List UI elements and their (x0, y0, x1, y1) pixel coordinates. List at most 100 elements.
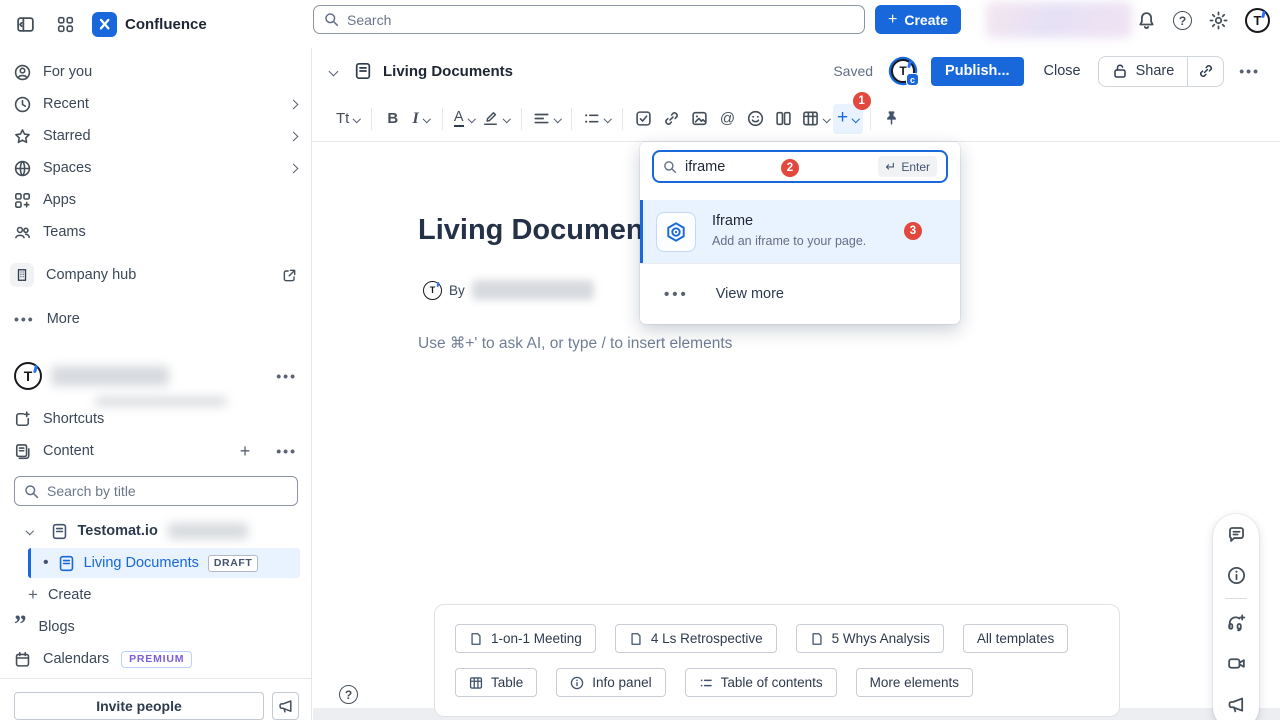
settings-gear-icon[interactable] (1209, 11, 1228, 30)
editor-placeholder[interactable]: Use ⌘+' to ask AI, or type / to insert e… (418, 334, 732, 353)
sidebar-item-starred[interactable]: Starred (0, 120, 311, 152)
mention-button[interactable]: @ (714, 104, 742, 134)
layouts-button[interactable] (770, 104, 798, 134)
template-1on1-meeting-button[interactable]: 1-on-1 Meeting (455, 624, 596, 653)
clock-icon (14, 96, 31, 113)
create-button[interactable]: + Create (875, 5, 961, 34)
sidebar-item-recent[interactable]: Recent (0, 88, 311, 120)
breadcrumb-page-title[interactable]: Living Documents (383, 63, 513, 80)
sidebar-item-shortcuts[interactable]: Shortcuts (0, 403, 311, 435)
text-color-button[interactable]: A (450, 104, 478, 134)
chevron-down-icon[interactable] (329, 66, 339, 76)
checkbox-icon (635, 110, 652, 127)
sidebar-item-more[interactable]: ••• More (0, 303, 311, 335)
highlight-color-button[interactable] (478, 104, 514, 134)
feedback-megaphone-button[interactable] (272, 692, 299, 720)
info-circle-icon (1227, 566, 1246, 585)
page-details-button[interactable] (1226, 565, 1246, 585)
sidebar-item-company-hub[interactable]: Company hub (0, 259, 311, 291)
plus-icon: + (837, 108, 848, 127)
space-header[interactable]: T ••• (0, 360, 311, 392)
more-elements-button[interactable]: More elements (856, 668, 973, 697)
close-button[interactable]: Close (1044, 63, 1081, 79)
share-button-group: Share (1098, 56, 1225, 87)
chevron-right-icon (289, 163, 299, 173)
avatar-logo-accent (33, 365, 38, 373)
byline-prefix: By (449, 283, 465, 298)
insert-toc-button[interactable]: Table of contents (685, 668, 837, 697)
sidebar-item-calendars[interactable]: Calendars PREMIUM (0, 643, 311, 675)
template-5whys-analysis-button[interactable]: 5 Whys Analysis (796, 624, 944, 653)
insert-elements-button[interactable]: + 1 (833, 104, 863, 134)
topbar-right: ? T (1137, 8, 1270, 33)
help-icon[interactable]: ? (1173, 11, 1192, 30)
support-button[interactable] (1226, 612, 1246, 632)
pin-toolbar-button[interactable] (878, 104, 906, 134)
redacted-space-name (51, 366, 169, 386)
redacted-account-info (986, 2, 1132, 38)
template-row-1: 1-on-1 Meeting 4 Ls Retrospective 5 Whys… (455, 624, 1099, 653)
chevron-down-icon (553, 115, 561, 123)
plus-icon: + (888, 12, 897, 28)
global-search[interactable] (313, 5, 865, 34)
tree-create-button[interactable]: + Create (0, 579, 311, 611)
sidebar-item-teams[interactable]: Teams (0, 216, 311, 248)
sidebar-item-apps[interactable]: Apps (0, 184, 311, 216)
search-icon (663, 160, 677, 174)
announcements-button[interactable] (1226, 694, 1246, 714)
sidebar-search[interactable] (14, 476, 298, 506)
chevron-down-icon (822, 115, 830, 123)
app-switcher-button[interactable] (52, 11, 78, 37)
action-item-button[interactable] (630, 104, 658, 134)
insert-link-button[interactable] (658, 104, 686, 134)
sidebar-item-for-you[interactable]: For you (0, 56, 311, 88)
sidebar-item-blogs[interactable]: ” Blogs (0, 611, 311, 643)
user-avatar[interactable]: T (1245, 8, 1270, 33)
collaborator-avatar[interactable]: T c (891, 59, 915, 83)
chevron-down-icon[interactable] (26, 527, 34, 535)
insert-image-button[interactable] (686, 104, 714, 134)
tree-item-parent[interactable]: Testomat.io (0, 515, 311, 547)
lists-button[interactable] (579, 104, 615, 134)
toolbar-divider (622, 108, 623, 130)
insert-result-iframe[interactable]: Iframe Add an iframe to your page. 3 (640, 200, 960, 263)
insert-table-button[interactable] (798, 104, 834, 134)
global-search-input[interactable] (347, 12, 854, 28)
collapse-sidebar-button[interactable] (12, 11, 38, 37)
all-templates-button[interactable]: All templates (963, 624, 1068, 653)
insert-info-panel-button[interactable]: Info panel (556, 668, 665, 697)
confluence-home-link[interactable]: Confluence (92, 12, 207, 37)
emoji-button[interactable] (742, 104, 770, 134)
italic-label: I (412, 110, 418, 128)
comments-button[interactable] (1226, 524, 1246, 544)
insert-search-input[interactable] (685, 159, 765, 175)
share-button[interactable]: Share (1099, 57, 1188, 86)
italic-button[interactable]: I (407, 104, 435, 134)
invite-people-button[interactable]: Invite people (14, 692, 264, 720)
space-more-icon[interactable]: ••• (276, 368, 297, 384)
content-more-icon[interactable]: ••• (276, 443, 297, 459)
page-more-menu-button[interactable]: ••• (1235, 61, 1264, 81)
sidebar-search-input[interactable] (47, 483, 288, 499)
page-title[interactable]: Living Documents (418, 214, 669, 247)
video-button[interactable] (1226, 653, 1246, 673)
sidebar-item-spaces[interactable]: Spaces (0, 152, 311, 184)
template-4ls-retrospective-button[interactable]: 4 Ls Retrospective (615, 624, 777, 653)
editor-help-icon[interactable]: ? (339, 685, 358, 704)
view-more-button[interactable]: ••• View more (640, 263, 960, 324)
tree-item-selected-page[interactable]: • Living Documents DRAFT (28, 548, 300, 578)
bold-button[interactable]: B (379, 104, 407, 134)
publish-button[interactable]: Publish... (931, 57, 1023, 86)
insert-search-field[interactable]: 2 ↵ Enter (652, 150, 948, 183)
collaborator-badge: c (906, 73, 919, 86)
add-content-icon[interactable]: + (240, 441, 251, 462)
topbar-left: Confluence (12, 9, 207, 39)
notifications-bell-icon[interactable] (1137, 11, 1156, 30)
right-utility-rail (1213, 514, 1259, 720)
copy-link-button[interactable] (1188, 57, 1223, 86)
tree-page-label: Living Documents (84, 555, 199, 571)
text-styles-button[interactable]: Tt (332, 104, 364, 134)
sidebar-item-content[interactable]: Content + ••• (0, 435, 311, 467)
insert-table-element-button[interactable]: Table (455, 668, 537, 697)
text-align-button[interactable] (529, 104, 565, 134)
